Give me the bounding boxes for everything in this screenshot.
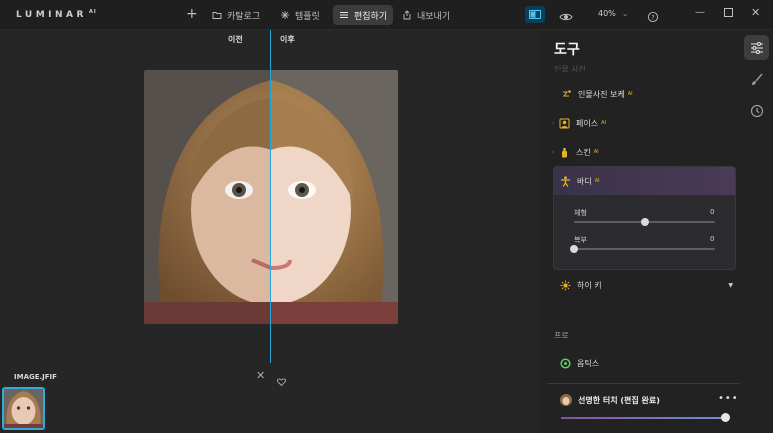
body-icon	[559, 175, 571, 187]
panel-title: 도구	[554, 42, 580, 58]
app-logo: LUMINAR AI	[16, 9, 97, 20]
preset-thumbnail	[560, 394, 572, 406]
folder-icon	[212, 12, 222, 19]
history-icon[interactable]	[744, 98, 769, 123]
slider-handle-abdomen[interactable]	[570, 245, 578, 253]
minimize-button[interactable]: —	[695, 7, 705, 18]
add-button[interactable]: +	[186, 6, 198, 22]
slider-handle-shape[interactable]	[640, 218, 649, 226]
svg-text:?: ?	[651, 13, 654, 21]
sliders-icon	[340, 12, 348, 18]
tool-optics[interactable]: 옵틱스	[559, 354, 739, 372]
brush-icon[interactable]	[744, 67, 769, 92]
sparkle-icon	[281, 11, 289, 19]
tool-skin[interactable]: › 스킨 AI	[552, 143, 732, 161]
compare-toggle-button[interactable]	[525, 6, 545, 23]
slider-value-abdomen: 0	[710, 235, 715, 243]
slider-label-abdomen: 복부	[574, 236, 587, 244]
bokeh-icon	[560, 88, 572, 100]
tab-templates[interactable]: 템플릿	[274, 5, 326, 25]
tab-export[interactable]: 내보내기	[396, 5, 456, 25]
preset-amount-slider[interactable]	[561, 417, 726, 419]
maximize-button[interactable]	[724, 8, 733, 20]
tool-portrait-bokeh[interactable]: 인물사진 보케 AI	[554, 85, 734, 103]
tab-catalog[interactable]: 카탈로그	[206, 5, 266, 25]
title-bar: LUMINAR AI + 카탈로그 템플릿 편집하기 내보내기 40% ⌄ ? — …	[0, 0, 773, 30]
file-name: IMAGE.JFIF	[14, 373, 57, 381]
face-icon	[558, 117, 570, 129]
slider-value-shape: 0	[710, 208, 715, 216]
bottle-icon	[558, 146, 570, 158]
tool-body[interactable]: 바디 AI	[559, 172, 739, 190]
chevron-down-icon: ⌄	[621, 9, 629, 18]
applied-preset[interactable]: 선명한 터치 (편집 완료)	[560, 394, 660, 406]
sun-icon	[559, 279, 571, 291]
preset-amount-handle[interactable]	[721, 413, 730, 422]
more-options-icon[interactable]: •••	[718, 393, 739, 404]
tool-face[interactable]: › 페이스 AI	[552, 114, 732, 132]
after-label: 이후	[280, 35, 295, 44]
tab-edit[interactable]: 편집하기	[333, 5, 394, 25]
split-view-icon	[529, 10, 541, 19]
help-icon[interactable]: ?	[647, 8, 659, 27]
panel-divider	[547, 383, 742, 384]
before-label: 이전	[228, 35, 243, 44]
slider-label-shape: 체형	[574, 209, 587, 217]
slider-track-abdomen[interactable]	[574, 248, 715, 250]
eye-icon[interactable]	[559, 8, 573, 27]
tool-high-key[interactable]: 하이 키 ▼	[559, 276, 739, 294]
heart-icon[interactable]	[277, 371, 286, 390]
zoom-select[interactable]: 40% ⌄	[598, 9, 628, 18]
adjustments-icon[interactable]	[744, 35, 769, 60]
filmstrip-thumbnail[interactable]	[2, 387, 45, 430]
portrait-photo	[144, 70, 398, 324]
section-label-portrait: 인물 사진	[554, 65, 586, 72]
section-label-pro: 프로	[554, 331, 569, 340]
lens-icon	[559, 357, 571, 369]
close-window-button[interactable]: ✕	[751, 6, 760, 19]
caret-down-icon: ▼	[728, 281, 733, 289]
reject-icon[interactable]: ✕	[256, 369, 265, 382]
before-after-divider[interactable]	[270, 30, 271, 363]
share-icon	[403, 10, 411, 20]
